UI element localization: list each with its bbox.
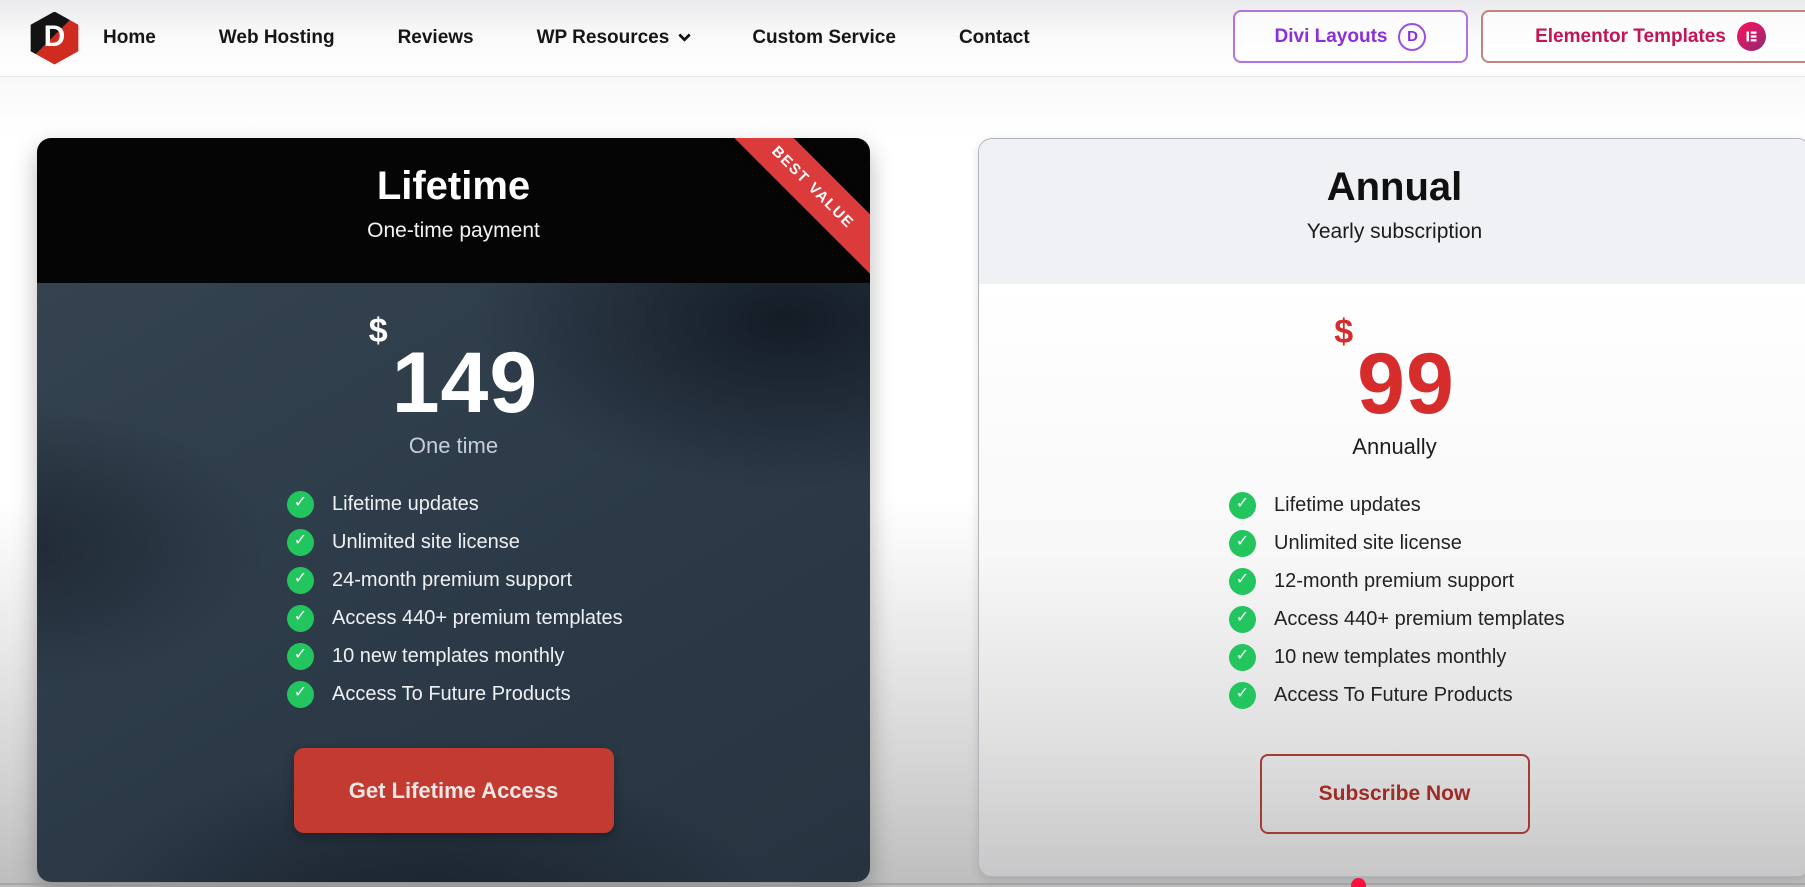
check-icon: ✓ bbox=[1229, 682, 1256, 709]
annual-card-header: Annual Yearly subscription bbox=[979, 139, 1805, 284]
check-glyph: ✓ bbox=[1236, 496, 1249, 512]
lifetime-card-header: Lifetime One-time payment bbox=[37, 138, 870, 283]
divi-d-icon: D bbox=[1398, 23, 1426, 51]
site-logo[interactable]: D bbox=[27, 11, 82, 66]
annual-price-period: Annually bbox=[979, 434, 1805, 460]
check-glyph: ✓ bbox=[294, 685, 307, 701]
nav-item-contact[interactable]: Contact bbox=[959, 27, 1030, 49]
check-icon: ✓ bbox=[287, 643, 314, 670]
feature-item: ✓ 10 new templates monthly bbox=[287, 642, 870, 670]
price-value: 99 bbox=[1357, 336, 1455, 432]
check-glyph: ✓ bbox=[294, 571, 307, 587]
feature-label: 12-month premium support bbox=[1274, 570, 1514, 593]
check-icon: ✓ bbox=[287, 529, 314, 556]
check-icon: ✓ bbox=[1229, 606, 1256, 633]
annual-plan-title: Annual bbox=[979, 164, 1805, 210]
lifetime-feature-list: ✓ Lifetime updates ✓ Unlimited site lice… bbox=[287, 490, 870, 708]
lifetime-plan-card: Lifetime One-time payment BEST VALUE $14… bbox=[37, 138, 870, 882]
feature-item: ✓ Access 440+ premium templates bbox=[287, 604, 870, 632]
feature-item: ✓ Unlimited site license bbox=[287, 528, 870, 556]
feature-label: Access To Future Products bbox=[1274, 684, 1513, 707]
check-glyph: ✓ bbox=[294, 609, 307, 625]
video-playhead-dot[interactable] bbox=[1351, 878, 1366, 887]
feature-label: Unlimited site license bbox=[332, 531, 520, 554]
nav-item-web-hosting[interactable]: Web Hosting bbox=[219, 27, 335, 49]
get-lifetime-access-button[interactable]: Get Lifetime Access bbox=[294, 748, 614, 833]
nav-item-reviews[interactable]: Reviews bbox=[398, 27, 474, 49]
feature-label: 10 new templates monthly bbox=[1274, 646, 1506, 669]
feature-item: ✓ Lifetime updates bbox=[1229, 491, 1805, 519]
feature-item: ✓ 24-month premium support bbox=[287, 566, 870, 594]
chevron-down-icon bbox=[678, 29, 691, 42]
feature-item: ✓ 10 new templates monthly bbox=[1229, 643, 1805, 671]
nav-item-wp-resources[interactable]: WP Resources bbox=[537, 27, 690, 49]
price-value: 149 bbox=[392, 335, 539, 431]
lifetime-plan-title: Lifetime bbox=[37, 163, 870, 209]
check-glyph: ✓ bbox=[1236, 534, 1249, 550]
check-icon: ✓ bbox=[1229, 568, 1256, 595]
logo-letter: D bbox=[44, 22, 66, 52]
annual-plan-card: Annual Yearly subscription $99 Annually … bbox=[978, 138, 1805, 877]
check-glyph: ✓ bbox=[1236, 648, 1249, 664]
feature-item: ✓ 12-month premium support bbox=[1229, 567, 1805, 595]
feature-item: ✓ Lifetime updates bbox=[287, 490, 870, 518]
nav-item-label: WP Resources bbox=[537, 27, 670, 49]
elementor-logo-icon bbox=[1737, 22, 1766, 51]
nav-actions: Divi Layouts D Elementor Templates bbox=[1233, 10, 1805, 63]
feature-item: ✓ Access To Future Products bbox=[1229, 681, 1805, 709]
currency-symbol: $ bbox=[1334, 313, 1354, 351]
feature-item: ✓ Access To Future Products bbox=[287, 680, 870, 708]
check-icon: ✓ bbox=[287, 605, 314, 632]
nav-item-custom-service[interactable]: Custom Service bbox=[752, 27, 896, 49]
feature-label: Unlimited site license bbox=[1274, 532, 1462, 555]
feature-label: Access 440+ premium templates bbox=[332, 607, 623, 630]
elementor-templates-label: Elementor Templates bbox=[1535, 26, 1726, 48]
feature-label: 24-month premium support bbox=[332, 569, 572, 592]
divi-layouts-label: Divi Layouts bbox=[1275, 26, 1388, 48]
feature-label: Access To Future Products bbox=[332, 683, 571, 706]
check-glyph: ✓ bbox=[1236, 686, 1249, 702]
lifetime-price-period: One time bbox=[37, 433, 870, 459]
subscribe-now-button[interactable]: Subscribe Now bbox=[1260, 754, 1530, 834]
check-icon: ✓ bbox=[1229, 530, 1256, 557]
feature-item: ✓ Unlimited site license bbox=[1229, 529, 1805, 557]
nav-item-home[interactable]: Home bbox=[103, 27, 156, 49]
annual-card-body: $99 Annually ✓ Lifetime updates ✓ Unlimi… bbox=[979, 284, 1805, 877]
check-glyph: ✓ bbox=[294, 495, 307, 511]
check-glyph: ✓ bbox=[1236, 610, 1249, 626]
currency-symbol: $ bbox=[369, 312, 389, 350]
logo-hexagon-icon: D bbox=[28, 12, 81, 65]
feature-label: Lifetime updates bbox=[332, 493, 479, 516]
check-icon: ✓ bbox=[287, 567, 314, 594]
feature-label: Access 440+ premium templates bbox=[1274, 608, 1565, 631]
lifetime-price: $149 bbox=[37, 340, 870, 426]
page: D Home Web Hosting Reviews WP Resources … bbox=[0, 0, 1805, 887]
annual-price: $99 bbox=[979, 341, 1805, 427]
elementor-templates-button[interactable]: Elementor Templates bbox=[1481, 10, 1805, 63]
annual-plan-subtitle: Yearly subscription bbox=[979, 220, 1805, 244]
main-menu: Home Web Hosting Reviews WP Resources Cu… bbox=[103, 27, 1030, 49]
check-icon: ✓ bbox=[1229, 644, 1256, 671]
feature-label: Lifetime updates bbox=[1274, 494, 1421, 517]
navbar: D Home Web Hosting Reviews WP Resources … bbox=[0, 0, 1805, 77]
divi-layouts-button[interactable]: Divi Layouts D bbox=[1233, 10, 1468, 63]
feature-item: ✓ Access 440+ premium templates bbox=[1229, 605, 1805, 633]
check-glyph: ✓ bbox=[294, 533, 307, 549]
check-icon: ✓ bbox=[287, 491, 314, 518]
check-glyph: ✓ bbox=[1236, 572, 1249, 588]
check-icon: ✓ bbox=[287, 681, 314, 708]
divi-d-letter: D bbox=[1407, 28, 1418, 45]
lifetime-plan-subtitle: One-time payment bbox=[37, 219, 870, 243]
check-glyph: ✓ bbox=[294, 647, 307, 663]
feature-label: 10 new templates monthly bbox=[332, 645, 564, 668]
lifetime-card-body: $149 One time ✓ Lifetime updates ✓ Unlim… bbox=[37, 283, 870, 882]
annual-feature-list: ✓ Lifetime updates ✓ Unlimited site lice… bbox=[1229, 491, 1805, 709]
video-progress-track[interactable] bbox=[0, 883, 1805, 885]
check-icon: ✓ bbox=[1229, 492, 1256, 519]
